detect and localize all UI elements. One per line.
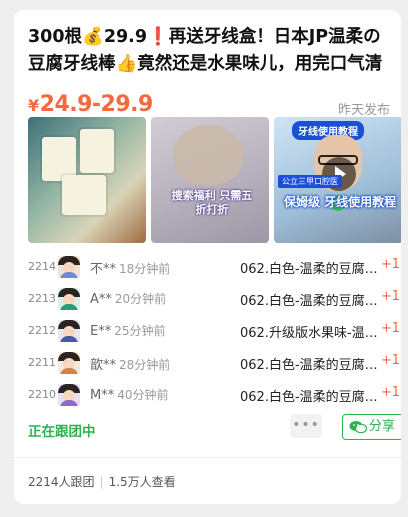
- order-item: 062.白色-温柔的豆腐牙线棒: [240, 262, 378, 277]
- buyer-name: 不** 18分钟前: [90, 258, 170, 277]
- thumbnail-2[interactable]: 搜索福利 只需五折打折: [151, 117, 269, 243]
- buyer-name: A** 20分钟前: [90, 290, 166, 307]
- order-item: 062.白色-温柔的豆腐牙线棒: [240, 294, 378, 309]
- view-count: 1.5万人查看: [108, 475, 176, 489]
- order-quantity: +1: [380, 289, 400, 304]
- post-title[interactable]: 300根💰29.9❗再送牙线盒！日本JP温柔の豆腐牙线棒👍竟然还是水果味儿，用完…: [28, 24, 390, 78]
- order-row[interactable]: 2211 歆**28分钟前 062.白色-温柔的豆腐牙线棒 +1: [28, 348, 400, 380]
- order-time: 20分钟前: [114, 292, 167, 306]
- wechat-icon: [349, 421, 367, 434]
- thumbnail-gallery: 搜索福利 只需五折打折 牙线使用教程 公立三甲口腔医 ✓ 保姆级 牙线使用教程: [28, 117, 401, 244]
- thumbnail-2-caption: 搜索福利 只需五折打折: [171, 189, 253, 216]
- buyer-name: M** 40分钟前: [90, 386, 169, 403]
- divider: [14, 457, 401, 458]
- product-pack-image: [80, 129, 114, 173]
- group-buy-card[interactable]: 300根💰29.9❗再送牙线盒！日本JP温柔の豆腐牙线棒👍竟然还是水果味儿，用完…: [14, 10, 401, 504]
- avatar: [58, 288, 80, 310]
- buyer-name: E** 25分钟前: [90, 322, 166, 339]
- hello-kitty-case-image: [173, 125, 243, 185]
- thumbnail-3-video[interactable]: 牙线使用教程 公立三甲口腔医 ✓ 保姆级 牙线使用教程: [274, 117, 401, 243]
- order-number: 2212: [28, 324, 56, 337]
- order-number: 2210: [28, 388, 56, 401]
- product-pack-image: [62, 175, 106, 215]
- order-item: 062.白色-温柔的豆腐牙线棒: [240, 390, 378, 405]
- buyer-nickname: 歆**: [90, 358, 117, 373]
- order-row[interactable]: 2213 A**20分钟前 062.白色-温柔的豆腐牙线棒 +1: [28, 284, 400, 316]
- order-list: 2214 不**18分钟前 062.白色-温柔的豆腐牙线棒 +1 2213 A*…: [28, 252, 400, 412]
- buyer-nickname: M**: [90, 388, 115, 403]
- order-time: 40分钟前: [117, 388, 169, 402]
- thumbnail-1[interactable]: [28, 117, 146, 243]
- joined-count: 2214人跟团: [28, 475, 95, 489]
- order-quantity: +1: [380, 385, 400, 400]
- separator: |: [99, 475, 104, 489]
- currency-symbol: ¥: [28, 96, 39, 115]
- order-number: 2213: [28, 292, 56, 305]
- more-button[interactable]: •••: [290, 414, 322, 438]
- share-button[interactable]: 分享: [342, 414, 401, 440]
- price: ¥24.9-29.9: [28, 92, 153, 117]
- order-time: 18分钟前: [119, 262, 171, 276]
- order-number: 2211: [28, 356, 56, 369]
- order-item: 062.升级版水果味-温柔的豆腐牙线棒: [240, 326, 378, 341]
- published-time: 昨天发布: [337, 103, 390, 118]
- buyer-nickname: 不**: [90, 262, 117, 277]
- order-row[interactable]: 2210 M**40分钟前 062.白色-温柔的豆腐牙线棒 +1: [28, 380, 400, 412]
- avatar: [58, 256, 80, 278]
- thumbnail-3-badge: 公立三甲口腔医: [278, 175, 342, 188]
- action-row: 正在跟团中 ••• 分享: [28, 414, 401, 442]
- order-quantity: +1: [380, 321, 400, 336]
- price-value: 24.9-29.9: [39, 92, 154, 117]
- order-number: 2214: [28, 260, 56, 273]
- avatar: [58, 320, 80, 342]
- avatar: [58, 352, 80, 374]
- buyer-nickname: E**: [90, 324, 112, 339]
- footer-stats: 2214人跟团 | 1.5万人查看: [28, 473, 176, 490]
- order-time: 25分钟前: [114, 324, 166, 338]
- order-row[interactable]: 2214 不**18分钟前 062.白色-温柔的豆腐牙线棒 +1: [28, 252, 400, 284]
- share-label: 分享: [369, 419, 396, 434]
- order-row[interactable]: 2212 E**25分钟前 062.升级版水果味-温柔的豆腐牙线棒 +1: [28, 316, 400, 348]
- order-time: 28分钟前: [119, 358, 171, 372]
- avatar: [58, 384, 80, 406]
- buyer-nickname: A**: [90, 292, 112, 307]
- following-status[interactable]: 正在跟团中: [28, 420, 96, 440]
- order-quantity: +1: [380, 257, 400, 272]
- order-quantity: +1: [380, 353, 400, 368]
- buyer-name: 歆** 28分钟前: [90, 354, 170, 373]
- order-item: 062.白色-温柔的豆腐牙线棒: [240, 358, 378, 373]
- thumbnail-3-caption: 保姆级 牙线使用教程: [284, 195, 397, 209]
